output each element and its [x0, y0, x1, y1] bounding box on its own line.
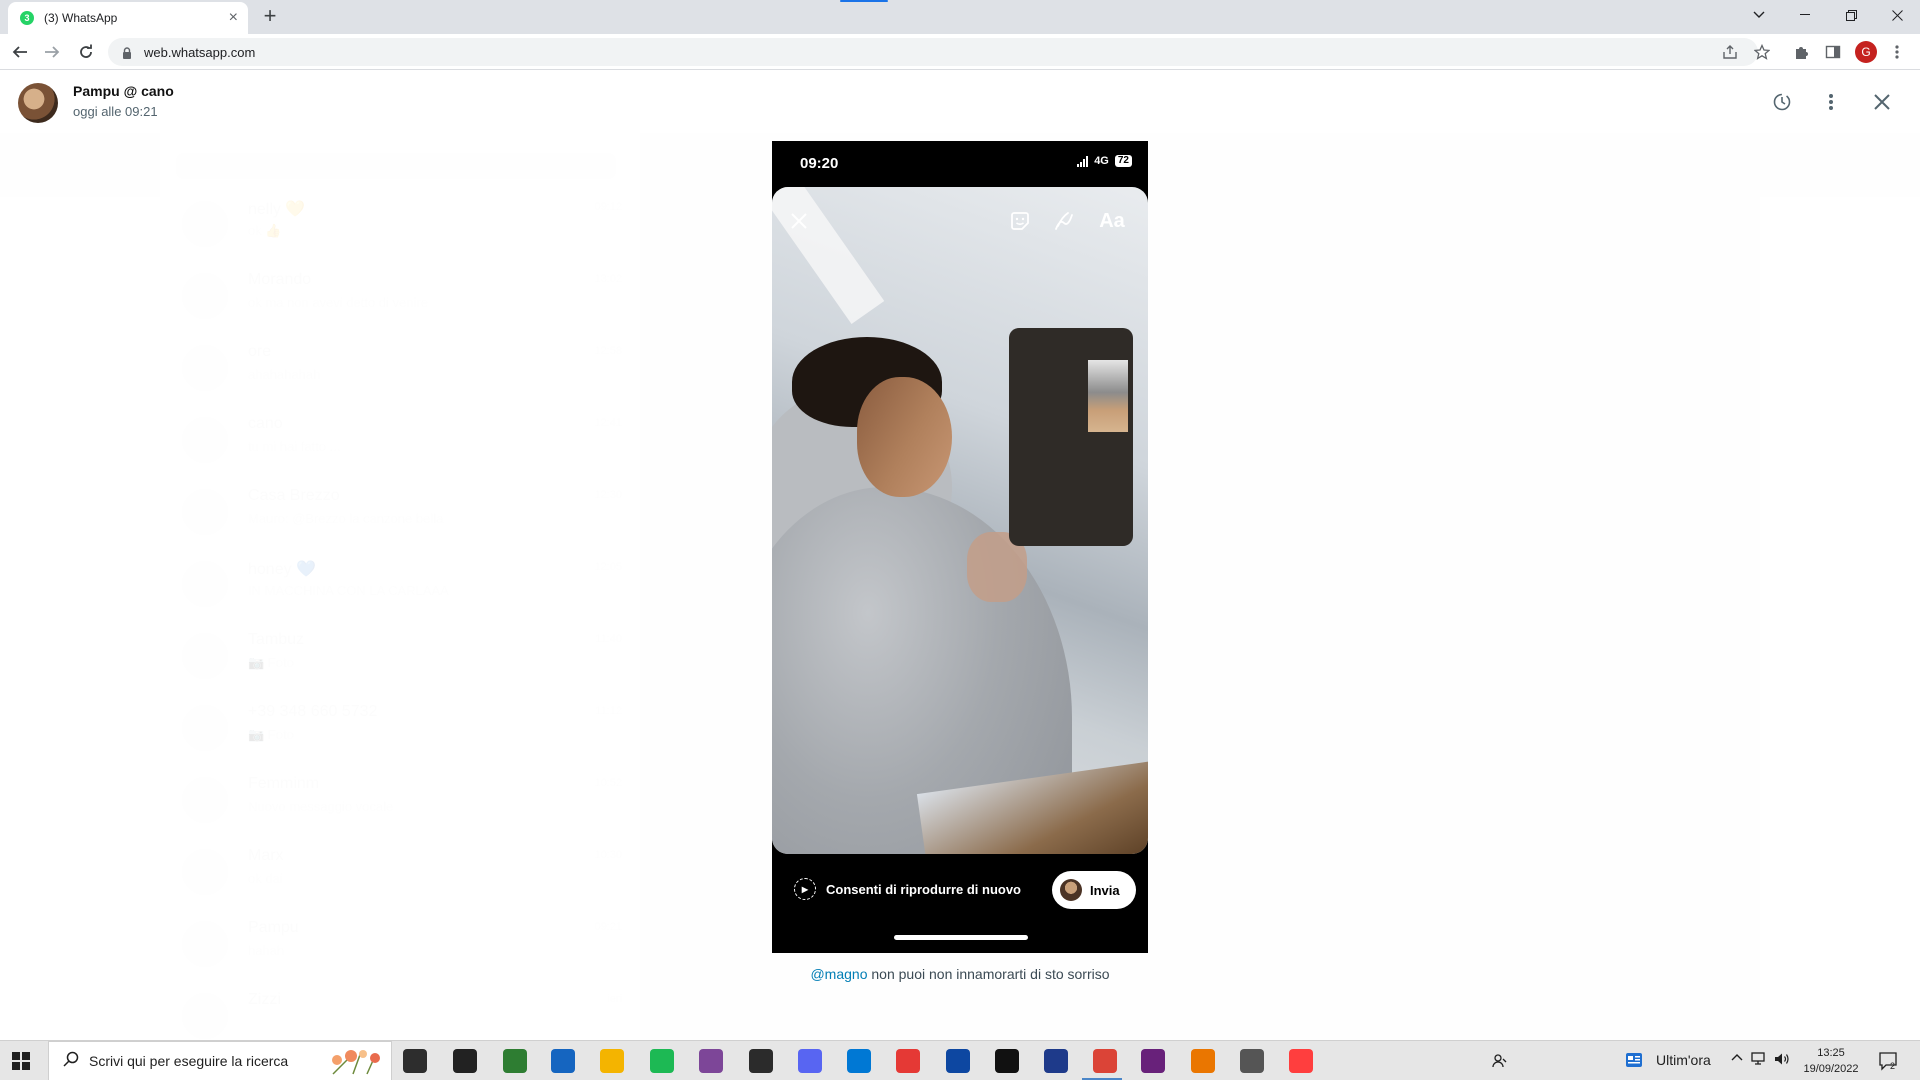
- windows-start-icon[interactable]: [12, 1052, 30, 1070]
- creative-cloud-icon[interactable]: [1289, 1049, 1313, 1073]
- allow-replay-option: ▶ Consenti di riprodurre di nuovo: [794, 878, 1021, 900]
- visual-studio-icon[interactable]: [1141, 1049, 1165, 1073]
- browser-toolbar: web.whatsapp.com G: [0, 34, 1920, 70]
- spotify-icon[interactable]: [650, 1049, 674, 1073]
- epic-games-icon[interactable]: [749, 1049, 773, 1073]
- status-media[interactable]: 09:20 4G 72 Aa ▶ Consenti di riprodurre …: [772, 141, 1148, 953]
- replay-label: Consenti di riprodurre di nuovo: [826, 881, 1021, 897]
- unity-icon[interactable]: [1240, 1049, 1264, 1073]
- picture-in-picture-sticker: [1009, 328, 1133, 546]
- tab-strip-accent: [840, 0, 888, 2]
- network-icon[interactable]: [1751, 1052, 1767, 1069]
- story-bottom-bar: ▶ Consenti di riprodurre di nuovo Invia: [772, 854, 1148, 953]
- battery-icon: 72: [1114, 155, 1132, 167]
- clock-date: 19/09/2022: [1803, 1063, 1859, 1075]
- search-placeholder: Scrivi qui per eseguire la ricerca: [89, 1053, 289, 1069]
- status-posted-time: oggi alle 09:21: [73, 104, 158, 119]
- sticker-icon: [1006, 207, 1034, 235]
- close-editor-icon: [785, 207, 813, 235]
- own-avatar: [1060, 879, 1082, 901]
- side-panel-icon[interactable]: [1821, 40, 1845, 64]
- lock-icon: [122, 46, 132, 59]
- timer-icon[interactable]: [1769, 89, 1795, 115]
- status-contact-name: Pampu @ cano: [73, 83, 174, 99]
- task-view-icon[interactable]: [403, 1049, 427, 1073]
- volume-icon[interactable]: [1774, 1052, 1790, 1069]
- search-icon: [63, 1051, 79, 1072]
- tray-chevron-icon[interactable]: [1731, 1051, 1743, 1066]
- people-icon[interactable]: [1492, 1053, 1508, 1072]
- signal-icon: [1077, 155, 1089, 167]
- dev-cpp-icon[interactable]: [1044, 1049, 1068, 1073]
- address-bar[interactable]: web.whatsapp.com: [108, 38, 1758, 66]
- share-icon[interactable]: [1718, 40, 1742, 64]
- restore-window-button[interactable]: [1828, 0, 1874, 30]
- tab-search-chevron-icon[interactable]: [1736, 0, 1782, 30]
- vegas-icon[interactable]: [946, 1049, 970, 1073]
- contact-avatar[interactable]: [18, 83, 58, 123]
- forward-arrow-icon[interactable]: [40, 40, 64, 64]
- taskbar-search-box[interactable]: Scrivi qui per eseguire la ricerca: [48, 1041, 392, 1080]
- story-photo: Aa: [772, 187, 1148, 854]
- close-tab-icon[interactable]: ×: [229, 10, 238, 26]
- search-highlight-flowers-icon: [323, 1046, 383, 1076]
- close-status-icon[interactable]: [1869, 89, 1895, 115]
- phone-indicators: 4G 72: [1077, 155, 1132, 167]
- phone-clock: 09:20: [800, 155, 839, 172]
- blender-icon[interactable]: [1191, 1049, 1215, 1073]
- caption-mention[interactable]: @magno: [810, 966, 867, 982]
- reload-icon[interactable]: [74, 40, 98, 64]
- url-text: web.whatsapp.com: [144, 44, 256, 60]
- bookmark-star-icon[interactable]: [1750, 40, 1774, 64]
- close-window-button[interactable]: [1874, 0, 1920, 30]
- nvidia-icon[interactable]: [503, 1049, 527, 1073]
- tor-icon[interactable]: [699, 1049, 723, 1073]
- new-tab-button[interactable]: +: [258, 5, 282, 29]
- news-label[interactable]: Ultim'ora: [1656, 1052, 1711, 1068]
- status-caption: @magno non puoi non innamorarti di sto s…: [0, 966, 1920, 982]
- phone-home-indicator: [894, 935, 1028, 940]
- face-shape: [857, 377, 952, 497]
- app-colorful-icon[interactable]: [896, 1049, 920, 1073]
- caption-text: non puoi non innamorarti di sto sorriso: [867, 966, 1110, 982]
- status-menu-icon[interactable]: [1818, 89, 1844, 115]
- discord-icon[interactable]: [798, 1049, 822, 1073]
- svg-text:2: 2: [1890, 1061, 1895, 1071]
- pip-thumbnail: [1088, 360, 1128, 432]
- extensions-puzzle-icon[interactable]: [1789, 40, 1813, 64]
- notification-center-icon[interactable]: 2: [1878, 1051, 1900, 1074]
- network-type: 4G: [1094, 155, 1109, 167]
- tab-whatsapp[interactable]: 3 (3) WhatsApp ×: [8, 2, 248, 34]
- draw-scribble-icon: [1050, 207, 1078, 235]
- phone-status-bar: 09:20 4G 72: [772, 141, 1148, 187]
- send-story-button: Invia: [1052, 871, 1136, 909]
- whatsapp-favicon-icon: 3: [20, 11, 34, 25]
- send-label: Invia: [1090, 882, 1120, 898]
- minimize-window-button[interactable]: [1782, 0, 1828, 30]
- replay-icon: ▶: [794, 878, 816, 900]
- text-tool-icon: Aa: [1099, 209, 1125, 232]
- pycharm-icon[interactable]: [995, 1049, 1019, 1073]
- g-app-icon[interactable]: [453, 1049, 477, 1073]
- chrome-icon[interactable]: [1093, 1049, 1117, 1073]
- windows-taskbar: Scrivi qui per eseguire la ricerca Ultim…: [0, 1040, 1920, 1080]
- status-viewer-header: Pampu @ cano oggi alle 09:21: [0, 71, 1920, 133]
- browser-tab-strip: 3 (3) WhatsApp × +: [0, 0, 1920, 34]
- tab-title: (3) WhatsApp: [44, 11, 118, 25]
- clock-time: 13:25: [1817, 1047, 1845, 1059]
- vscode-icon[interactable]: [847, 1049, 871, 1073]
- file-explorer-icon[interactable]: [600, 1049, 624, 1073]
- news-widget-icon[interactable]: [1625, 1052, 1643, 1071]
- taskbar-clock[interactable]: 13:25 19/09/2022: [1800, 1045, 1862, 1077]
- desktop-app-icon[interactable]: [551, 1049, 575, 1073]
- back-arrow-icon[interactable]: [8, 40, 32, 64]
- chrome-menu-icon[interactable]: [1885, 40, 1909, 64]
- profile-avatar[interactable]: G: [1855, 41, 1877, 63]
